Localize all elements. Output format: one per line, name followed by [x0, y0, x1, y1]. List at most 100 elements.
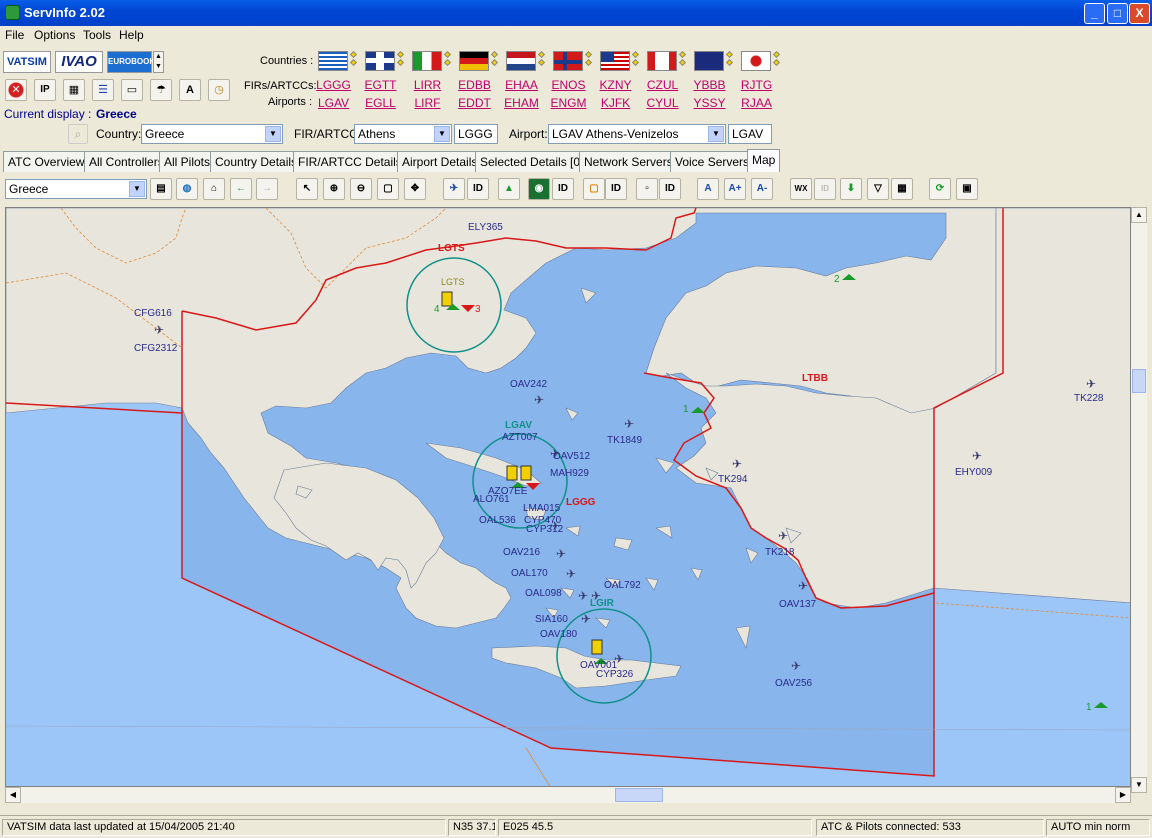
- map-view[interactable]: ✈ ✈ ✈ ✈ ✈ ✈ ✈ ✈ ✈ ✈ ✈ ✈ ✈ ✈ ✈ ✈ ✈ LGTS L…: [5, 207, 1131, 787]
- callsign[interactable]: OAL098: [525, 588, 562, 599]
- callsign[interactable]: OAL792: [604, 580, 641, 591]
- aircraft-icon[interactable]: ✈: [972, 449, 982, 463]
- fir-link-rjtg[interactable]: RJTG: [738, 78, 775, 93]
- flag-australia[interactable]: [694, 51, 724, 71]
- tower-icon[interactable]: [591, 639, 603, 655]
- list-icon[interactable]: ☰: [92, 79, 114, 101]
- callsign[interactable]: MAH929: [550, 468, 589, 479]
- callsign[interactable]: OAV512: [553, 451, 590, 462]
- wx-id-button[interactable]: ID: [814, 178, 836, 200]
- aircraft-icon[interactable]: ✈: [791, 659, 801, 673]
- tab-fir-artcc-details[interactable]: FIR/ARTCC Details: [293, 151, 407, 172]
- tab-airport-details[interactable]: Airport Details: [397, 151, 483, 172]
- atc-label-lgts[interactable]: LGTS: [441, 277, 465, 287]
- callsign[interactable]: ELY365: [468, 222, 503, 233]
- flag-canada[interactable]: [647, 51, 677, 71]
- airport-link-engm[interactable]: ENGM: [550, 96, 587, 111]
- menu-options[interactable]: Options: [34, 28, 75, 42]
- fir-link-ybbb[interactable]: YBBB: [691, 78, 728, 93]
- callsign[interactable]: TK218: [765, 547, 794, 558]
- callsign[interactable]: OAV180: [540, 629, 577, 640]
- font-increase-button[interactable]: A+: [724, 178, 746, 200]
- aircraft-icon[interactable]: ✈: [732, 457, 742, 471]
- fir-boundary-icon[interactable]: ▢: [583, 178, 605, 200]
- flag-uk[interactable]: [365, 51, 395, 71]
- flag-italy[interactable]: [412, 51, 442, 71]
- fir-link-enos[interactable]: ENOS: [550, 78, 587, 93]
- scroll-down-icon[interactable]: ▼: [1131, 777, 1147, 793]
- aircraft-icon[interactable]: ✈: [624, 417, 634, 431]
- flag-greece[interactable]: [318, 51, 348, 71]
- map-region-select[interactable]: Greece ▼: [5, 179, 147, 199]
- callsign[interactable]: OAV216: [503, 547, 540, 558]
- atc-label-lgav[interactable]: LGAV: [505, 420, 532, 431]
- minimize-button[interactable]: _: [1084, 3, 1105, 24]
- tower-icon[interactable]: [520, 465, 532, 481]
- tab-all-controllers[interactable]: All Controllers: [84, 151, 169, 172]
- flag-netherlands[interactable]: [506, 51, 536, 71]
- flag-germany[interactable]: [459, 51, 489, 71]
- scroll-left-icon[interactable]: ◀: [5, 787, 21, 803]
- ip-icon[interactable]: IP: [34, 79, 56, 101]
- airport-code-field[interactable]: LGAV: [728, 124, 772, 144]
- aircraft-icon[interactable]: ✈: [534, 393, 544, 407]
- vertical-scrollbar[interactable]: ▲ ▼: [1131, 207, 1147, 793]
- tab-country-details[interactable]: Country Details: [210, 151, 303, 172]
- scroll-up-icon[interactable]: ▲: [1131, 207, 1147, 223]
- aircraft-icon[interactable]: ✈: [581, 612, 591, 626]
- departure-triangle-icon[interactable]: [1094, 702, 1108, 708]
- message-icon[interactable]: ▭: [121, 79, 143, 101]
- tower-icon[interactable]: [441, 291, 453, 307]
- zoom-in-icon[interactable]: ⊕: [323, 178, 345, 200]
- flag-norway[interactable]: [553, 51, 583, 71]
- fir-link-lggg[interactable]: LGGG: [315, 78, 352, 93]
- tab-selected-details[interactable]: Selected Details [0]: [475, 151, 589, 172]
- airport-box-icon[interactable]: ▫: [636, 178, 658, 200]
- fir-link-lirr[interactable]: LIRR: [409, 78, 446, 93]
- home-icon[interactable]: ⌂: [203, 178, 225, 200]
- airport-id-button[interactable]: ID: [659, 178, 681, 200]
- back-arrow-icon[interactable]: ←: [230, 178, 252, 200]
- fir-link-ehaa[interactable]: EHAA: [503, 78, 540, 93]
- callsign[interactable]: LMA015: [523, 503, 560, 514]
- horizontal-scrollbar[interactable]: ◀ ▶: [5, 787, 1131, 803]
- fir-select[interactable]: Athens ▼: [354, 124, 452, 144]
- font-button[interactable]: A: [697, 178, 719, 200]
- airport-link-eham[interactable]: EHAM: [503, 96, 540, 111]
- scroll-right-icon[interactable]: ▶: [1115, 787, 1131, 803]
- aircraft-icon[interactable]: ✈: [154, 323, 164, 337]
- close-button[interactable]: X: [1129, 3, 1150, 24]
- airport-select[interactable]: LGAV Athens-Venizelos ▼: [548, 124, 726, 144]
- callsign[interactable]: OAV256: [775, 678, 812, 689]
- globe-icon[interactable]: ◍: [176, 178, 198, 200]
- aircraft-icon[interactable]: ✈: [556, 547, 566, 561]
- fir-link-edbb[interactable]: EDBB: [456, 78, 493, 93]
- eurobook-logo-button[interactable]: EUROBOOK: [107, 51, 155, 73]
- tab-all-pilots[interactable]: All Pilots: [159, 151, 216, 172]
- vatsim-logo-button[interactable]: VATSIM: [3, 51, 51, 73]
- vertical-scroll-thumb[interactable]: [1132, 369, 1146, 393]
- fir-code-field[interactable]: LGGG: [454, 124, 498, 144]
- forward-arrow-icon[interactable]: →: [256, 178, 278, 200]
- airport-link-lirf[interactable]: LIRF: [409, 96, 446, 111]
- tab-network-servers[interactable]: Network Servers: [579, 151, 678, 172]
- font-decrease-button[interactable]: A-: [751, 178, 773, 200]
- callsign[interactable]: SIA160: [535, 614, 568, 625]
- atc-id-button[interactable]: ID: [552, 178, 574, 200]
- tab-atc-overview[interactable]: ATC Overview: [3, 151, 90, 172]
- traffic-icon[interactable]: ▲: [498, 178, 520, 200]
- airport-link-lgav[interactable]: LGAV: [315, 96, 352, 111]
- map-settings-icon[interactable]: ▤: [150, 178, 172, 200]
- aircraft-icon[interactable]: ✈: [778, 529, 788, 543]
- callsign[interactable]: CYP312: [526, 524, 563, 535]
- aircraft-icon[interactable]: ✈: [798, 579, 808, 593]
- zoom-out-icon[interactable]: ⊖: [350, 178, 372, 200]
- font-icon[interactable]: A: [179, 79, 201, 101]
- flag-japan[interactable]: [741, 51, 771, 71]
- airport-link-kjfk[interactable]: KJFK: [597, 96, 634, 111]
- properties-icon[interactable]: ▦: [891, 178, 913, 200]
- fir-link-egtt[interactable]: EGTT: [362, 78, 399, 93]
- aircraft-icon[interactable]: ✈: [566, 567, 576, 581]
- country-select[interactable]: Greece ▼: [141, 124, 283, 144]
- callsign[interactable]: ALO761: [473, 494, 510, 505]
